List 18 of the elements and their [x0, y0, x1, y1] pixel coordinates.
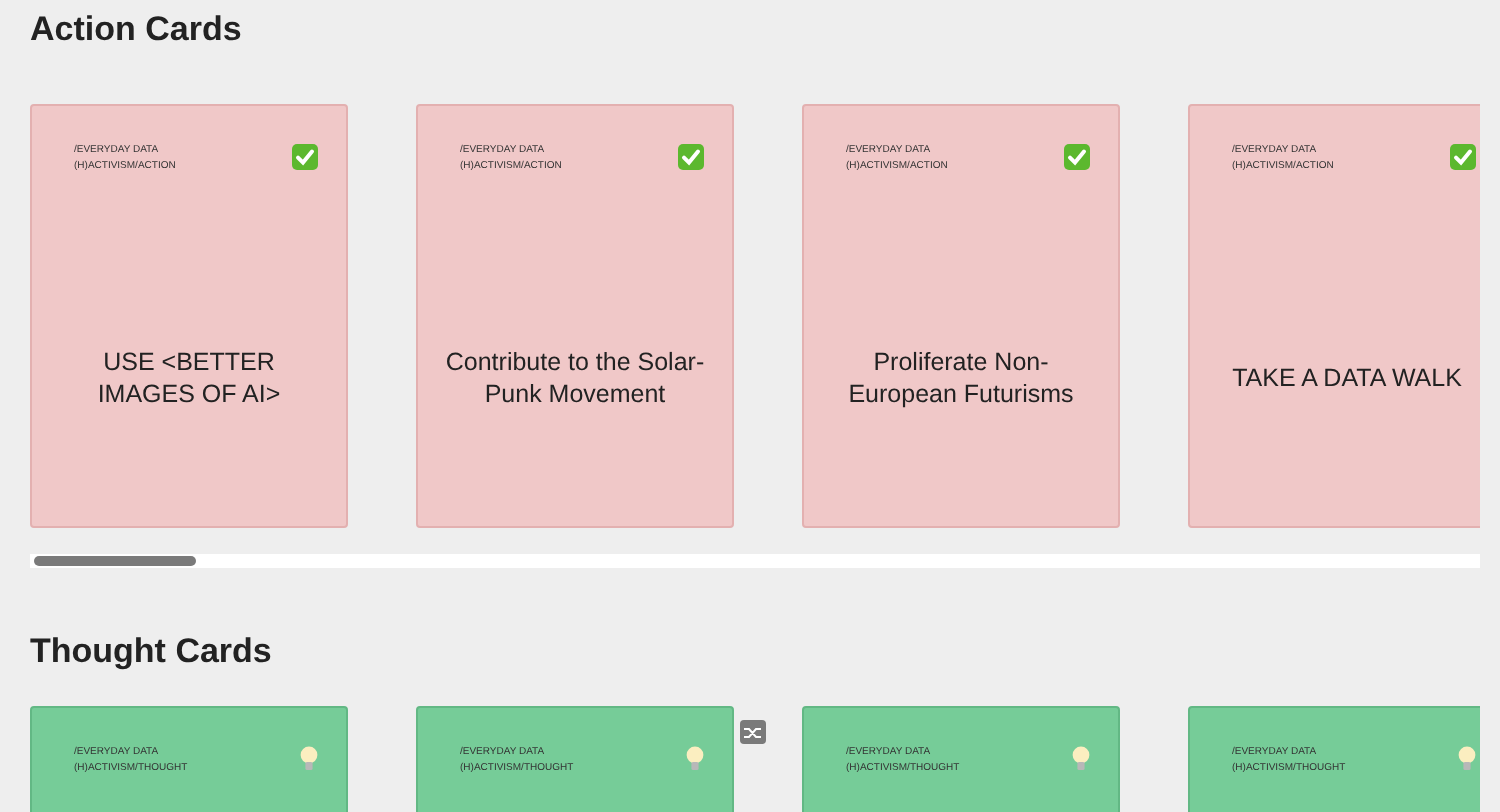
check-icon	[292, 144, 318, 170]
shuffle-button[interactable]	[740, 720, 766, 744]
lightbulb-icon	[1458, 746, 1476, 772]
horizontal-scrollbar[interactable]	[30, 554, 1480, 568]
lightbulb-icon	[686, 746, 704, 772]
section-title: Thought Cards	[30, 632, 274, 672]
section-title: Action Cards	[30, 8, 244, 50]
lightbulb-icon	[300, 746, 318, 772]
card-title: Contribute to the Solar-Punk Movement	[443, 346, 707, 410]
scrollbar-thumb[interactable]	[34, 556, 196, 566]
card-title: USE <BETTER IMAGES OF AI>	[95, 346, 283, 410]
shuffle-icon	[744, 725, 762, 739]
check-icon	[1064, 144, 1090, 170]
check-icon	[1450, 144, 1476, 170]
card-title: TAKE A DATA WALK	[1232, 362, 1462, 394]
lightbulb-icon	[1072, 746, 1090, 772]
check-icon	[678, 144, 704, 170]
card-title: Proliferate Non-European Futurisms	[846, 346, 1076, 410]
